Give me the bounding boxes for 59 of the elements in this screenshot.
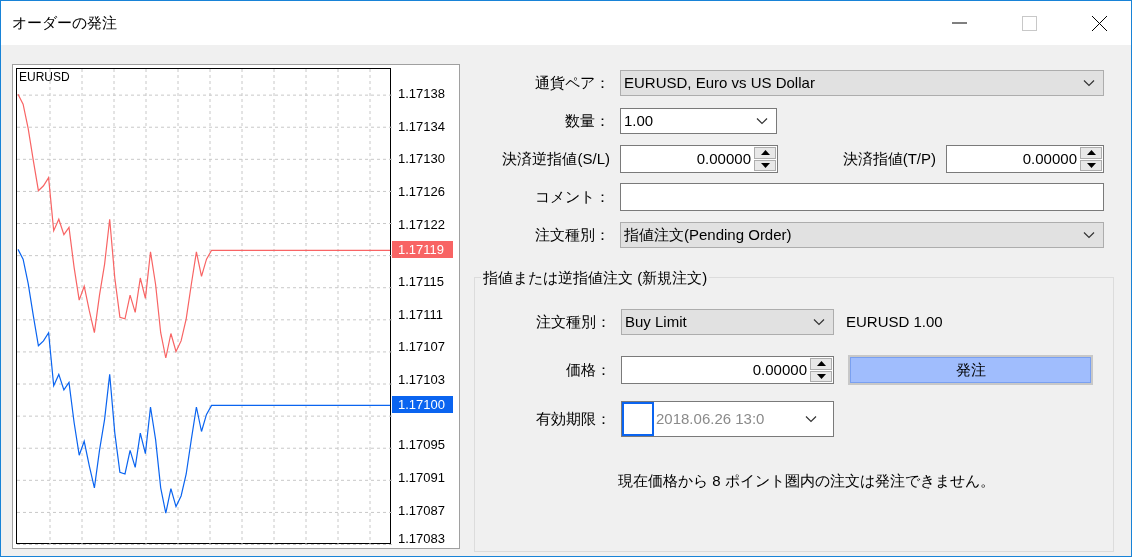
dropdown[interactable]: 指値注文(Pending Order) (620, 222, 1104, 248)
axis-tick-label: 1.17126 (398, 185, 445, 199)
spin-down-button[interactable] (810, 370, 832, 382)
dropdown[interactable]: 1.00 (620, 108, 777, 134)
maximize-icon (1021, 15, 1037, 31)
triangle-up-icon (760, 150, 770, 156)
symbol-volume-text: EURUSD 1.00 (846, 311, 943, 332)
axis-tick-label: 1.17111 (398, 307, 444, 321)
triangle-down-icon (760, 162, 770, 168)
axis-tick-label: 1.17103 (398, 372, 445, 386)
spin-field[interactable]: 0.00000 (946, 145, 1104, 173)
chevron-down-icon (813, 318, 825, 326)
chevron-down-icon (1083, 79, 1095, 87)
axis-tick-label: 1.17083 (398, 532, 445, 545)
spin-field[interactable]: 0.00000 (620, 145, 778, 173)
axis-tick-label: 1.17138 (398, 87, 445, 101)
spin-down-button[interactable] (1080, 159, 1102, 171)
checkbox[interactable] (622, 402, 654, 436)
field-label: 注文種別： (536, 311, 611, 332)
triangle-down-icon (816, 373, 826, 379)
field-label: 通貨ペア： (535, 72, 610, 93)
place-order-button[interactable]: 発注 (848, 355, 1093, 385)
chevron-down-icon (1083, 231, 1095, 239)
minimize-icon (951, 22, 967, 24)
dropdown[interactable]: EURUSD, Euro vs US Dollar (620, 70, 1104, 96)
axis-tick-label: 1.17091 (398, 470, 445, 484)
chevron-down-icon (756, 117, 768, 125)
axis-tick-label: 1.17130 (398, 152, 445, 166)
axis-tick-label: 1.17087 (398, 503, 445, 517)
axis-tick-label: 1.17107 (398, 340, 445, 354)
date-picker[interactable]: 2018.06.26 13:0 (621, 401, 834, 437)
chevron-down-icon (805, 415, 817, 423)
dropdown[interactable]: Buy Limit (621, 309, 834, 335)
spin-up-button[interactable] (810, 358, 832, 370)
price-tag: 1.17100 (392, 396, 453, 414)
triangle-up-icon (816, 361, 826, 367)
axis-tick-label: 1.17134 (398, 119, 445, 133)
close-icon (1091, 15, 1107, 31)
field-label: 注文種別： (535, 224, 610, 245)
field-label: 決済逆指値(S/L) (502, 148, 610, 169)
spin-up-button[interactable] (1080, 147, 1102, 159)
field-label: 決済指値(T/P) (842, 148, 936, 169)
axis-tick-label: 1.17122 (398, 217, 445, 231)
window-title: オーダーの発注 (12, 12, 118, 33)
axis-tick-label: 1.17095 (398, 438, 445, 452)
spin-down-button[interactable] (754, 159, 776, 171)
symbol-label: EURUSD (19, 71, 70, 83)
comment-field[interactable] (620, 183, 1104, 211)
triangle-up-icon (1086, 150, 1096, 156)
spin-up-button[interactable] (754, 147, 776, 159)
axis-tick-label: 1.17115 (398, 274, 445, 288)
field-label: 有効期限： (536, 408, 611, 429)
field-label: コメント： (535, 186, 610, 207)
triangle-down-icon (1086, 162, 1096, 168)
field-label: 価格： (566, 359, 611, 380)
price-tag: 1.17119 (392, 241, 453, 259)
field-label: 数量： (565, 110, 610, 131)
info-message: 現在価格から 8 ポイント圏内の注文は発注できません。 (618, 471, 996, 491)
spin-field[interactable]: 0.00000 (621, 356, 834, 384)
